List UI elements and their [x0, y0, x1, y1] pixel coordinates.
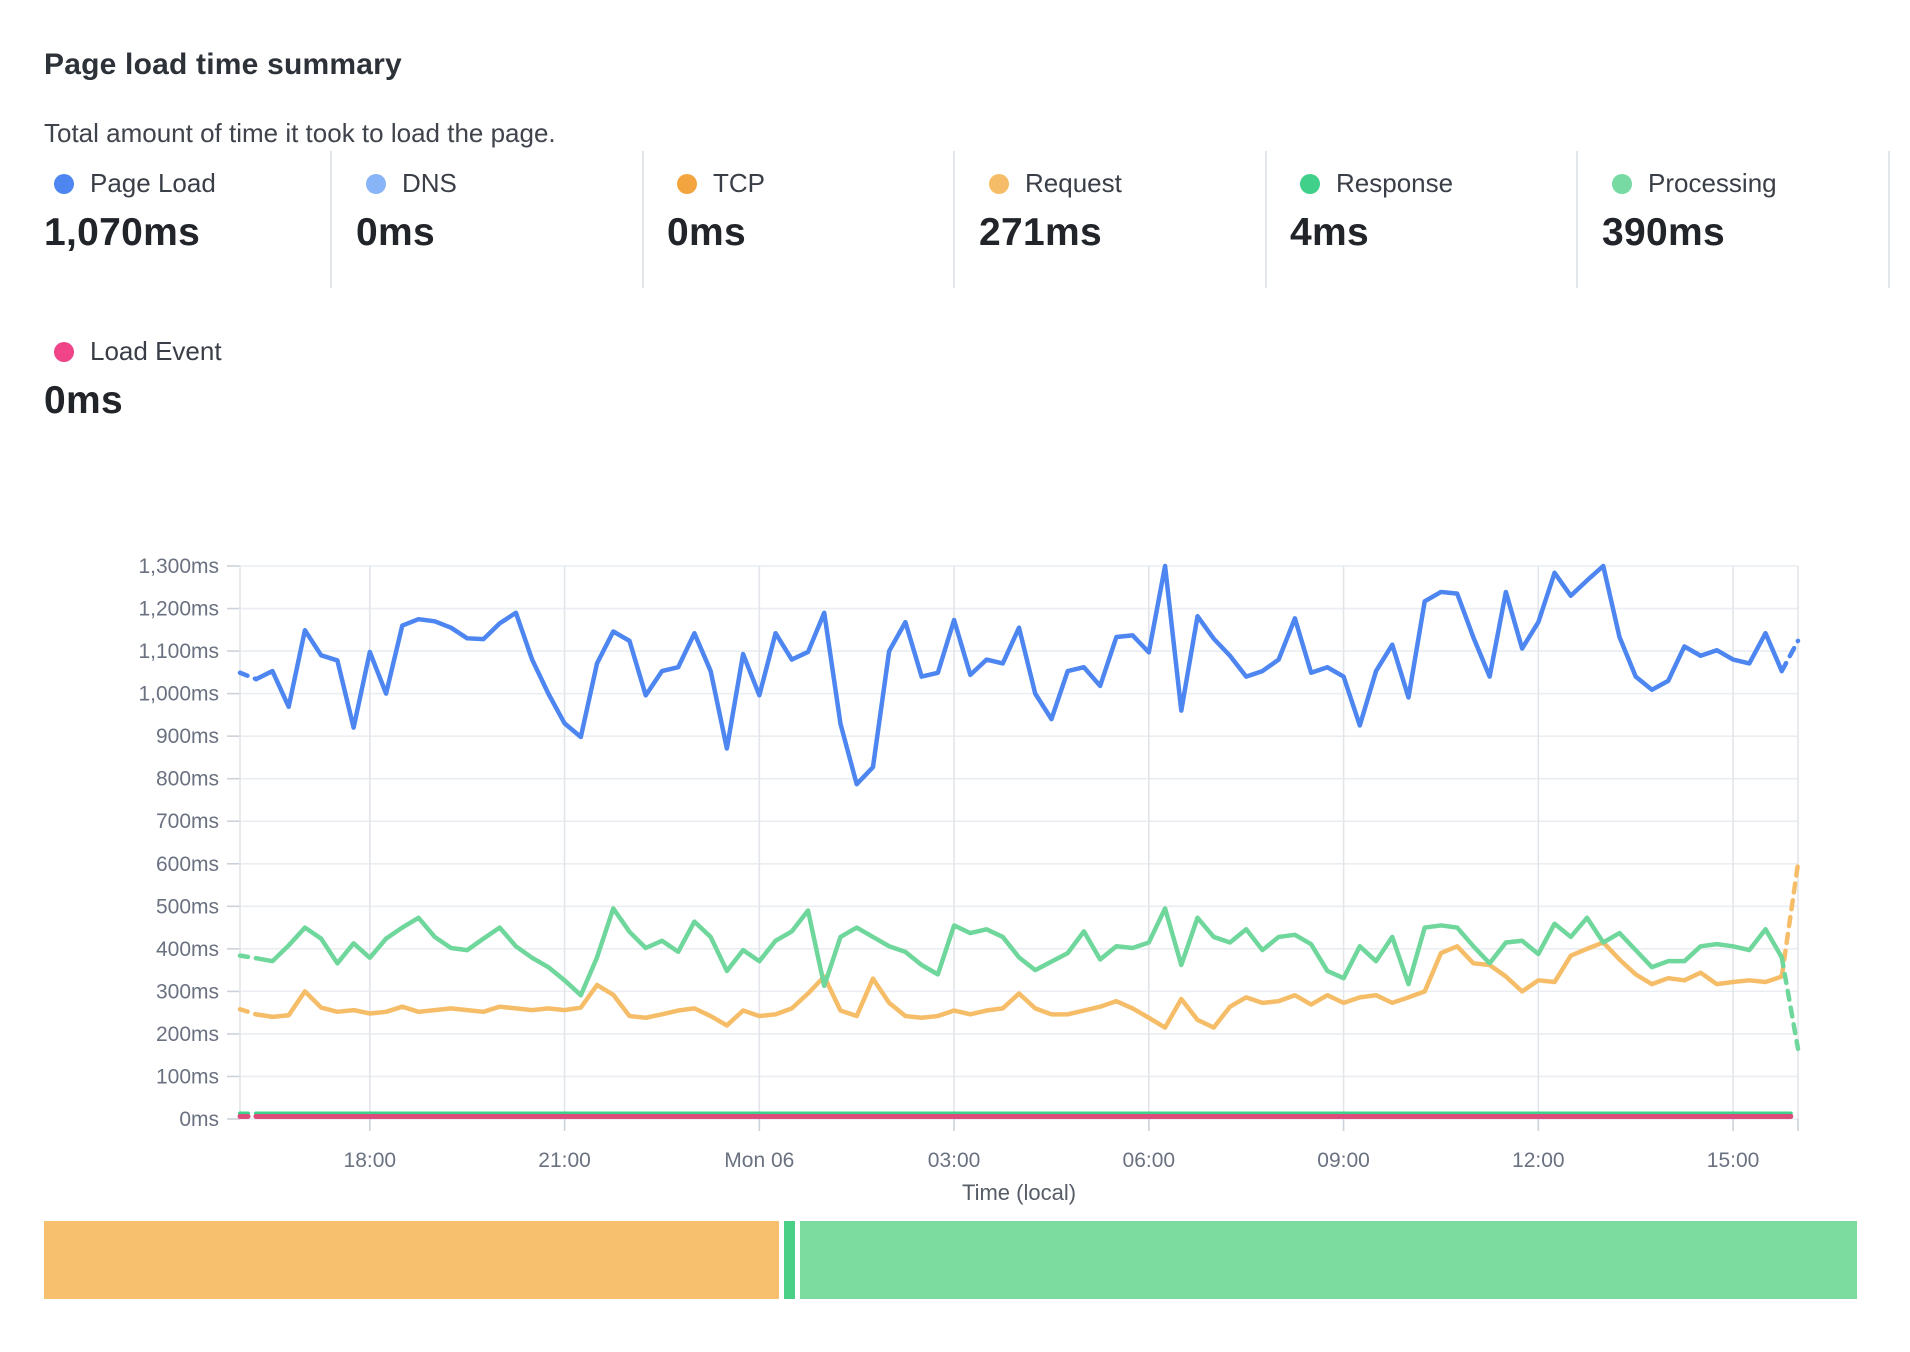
x-tick-label: Mon 06: [724, 1149, 794, 1172]
y-tick-label: 900ms: [156, 725, 219, 748]
bar-segment-request: [44, 1221, 779, 1299]
series-lead-dash: [240, 1009, 256, 1014]
x-tick-label: 06:00: [1123, 1149, 1176, 1172]
series-page-load: [256, 566, 1782, 784]
y-tick-label: 700ms: [156, 810, 219, 833]
y-tick-label: 400ms: [156, 938, 219, 961]
x-tick-label: 12:00: [1512, 1149, 1565, 1172]
series-lead-dash: [240, 673, 256, 679]
y-tick-label: 200ms: [156, 1023, 219, 1046]
x-tick-label: 03:00: [928, 1149, 981, 1172]
y-tick-label: 1,100ms: [138, 640, 219, 663]
page-load-time-chart[interactable]: 0ms 100ms 200ms 300ms 400ms 500ms 600ms 700ms 80…: [0, 0, 1910, 1352]
timing-breakdown-bar: [44, 1221, 1857, 1299]
y-tick-label: 300ms: [156, 980, 219, 1003]
x-tick-label: 15:00: [1707, 1149, 1760, 1172]
x-tick-label: 18:00: [344, 1149, 397, 1172]
series-tail-dash: [1782, 641, 1798, 671]
x-tick-label: 09:00: [1317, 1149, 1370, 1172]
series-lead-dash: [240, 956, 256, 959]
x-axis-title: Time (local): [962, 1180, 1076, 1205]
y-tick-label: 800ms: [156, 768, 219, 791]
bar-segment-response: [784, 1221, 795, 1299]
bar-segment-processing: [800, 1221, 1857, 1299]
y-tick-label: 0ms: [179, 1108, 219, 1131]
y-tick-label: 1,300ms: [138, 555, 219, 578]
y-tick-label: 1,200ms: [138, 598, 219, 621]
y-tick-label: 600ms: [156, 853, 219, 876]
x-tick-label: 21:00: [538, 1149, 591, 1172]
y-tick-label: 500ms: [156, 895, 219, 918]
y-tick-label: 1,000ms: [138, 683, 219, 706]
y-tick-label: 100ms: [156, 1065, 219, 1088]
